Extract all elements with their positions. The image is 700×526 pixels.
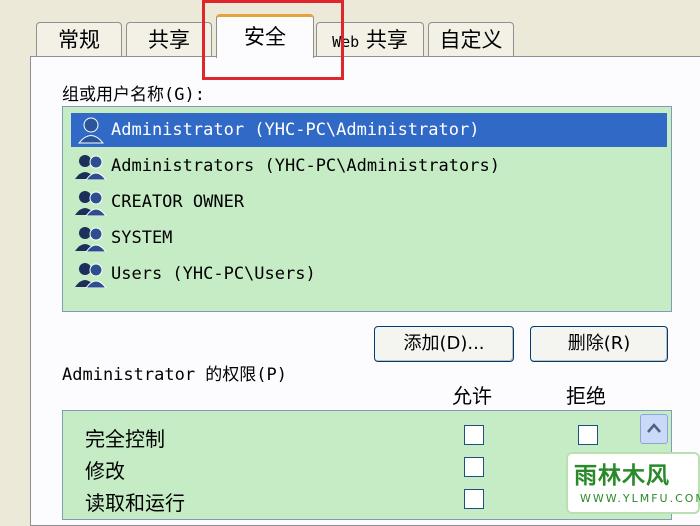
tab-label: 常规 bbox=[58, 28, 100, 52]
deny-column-header: 拒绝 bbox=[566, 384, 606, 408]
groups-listbox[interactable]: Administrator (YHC-PC\Administrator) Adm… bbox=[62, 106, 672, 312]
user-group-icon bbox=[75, 191, 107, 216]
list-item-label: Users (YHC-PC\Users) bbox=[111, 264, 316, 284]
tab-label-suffix: 共享 bbox=[359, 28, 408, 52]
user-icon bbox=[77, 117, 105, 144]
permission-label: 读取和运行 bbox=[85, 491, 185, 515]
permissions-label: Administrator 的权限(P) bbox=[62, 365, 287, 385]
deny-full-control-checkbox[interactable] bbox=[578, 425, 598, 445]
groups-label: 组或用户名称(G): bbox=[62, 85, 205, 105]
add-button[interactable]: 添加(D)... bbox=[374, 326, 514, 362]
tab-sharing[interactable]: 共享 bbox=[126, 22, 212, 56]
user-group-icon bbox=[75, 155, 107, 180]
allow-full-control-checkbox[interactable] bbox=[464, 425, 484, 445]
tab-general[interactable]: 常规 bbox=[36, 22, 122, 56]
scroll-up-button[interactable] bbox=[640, 414, 668, 444]
watermark-logo: 雨林木风 WWW.YLMFU.COM bbox=[566, 452, 700, 514]
user-group-icon bbox=[75, 227, 107, 252]
tab-label: 自定义 bbox=[439, 28, 503, 52]
list-item[interactable]: SYSTEM bbox=[71, 221, 667, 255]
allow-column-header: 允许 bbox=[452, 384, 492, 408]
tab-strip: 常规 共享 安全 Web 共享 自定义 bbox=[0, 0, 700, 58]
remove-button[interactable]: 删除(R) bbox=[530, 326, 668, 362]
list-item-label: Administrator (YHC-PC\Administrator) bbox=[111, 120, 480, 140]
tab-label: 共享 bbox=[148, 28, 190, 52]
user-group-icon bbox=[75, 263, 107, 288]
highlight-annotation bbox=[202, 0, 344, 80]
list-item-label: Administrators (YHC-PC\Administrators) bbox=[111, 156, 500, 176]
allow-read-execute-checkbox[interactable] bbox=[464, 489, 484, 509]
list-item[interactable]: CREATOR OWNER bbox=[71, 185, 667, 219]
list-item-label: SYSTEM bbox=[111, 228, 173, 248]
list-item[interactable]: Users (YHC-PC\Users) bbox=[71, 257, 667, 291]
chevron-up-icon bbox=[647, 423, 661, 433]
permission-label: 修改 bbox=[85, 459, 125, 483]
permission-label: 完全控制 bbox=[85, 427, 165, 451]
allow-modify-checkbox[interactable] bbox=[464, 457, 484, 477]
list-item[interactable]: Administrator (YHC-PC\Administrator) bbox=[71, 113, 667, 147]
watermark-title: 雨林木风 bbox=[574, 463, 670, 489]
list-item[interactable]: Administrators (YHC-PC\Administrators) bbox=[71, 149, 667, 183]
list-item-label: CREATOR OWNER bbox=[111, 192, 245, 212]
watermark-url: WWW.YLMFU.COM bbox=[580, 492, 700, 505]
tab-customize[interactable]: 自定义 bbox=[428, 22, 514, 56]
